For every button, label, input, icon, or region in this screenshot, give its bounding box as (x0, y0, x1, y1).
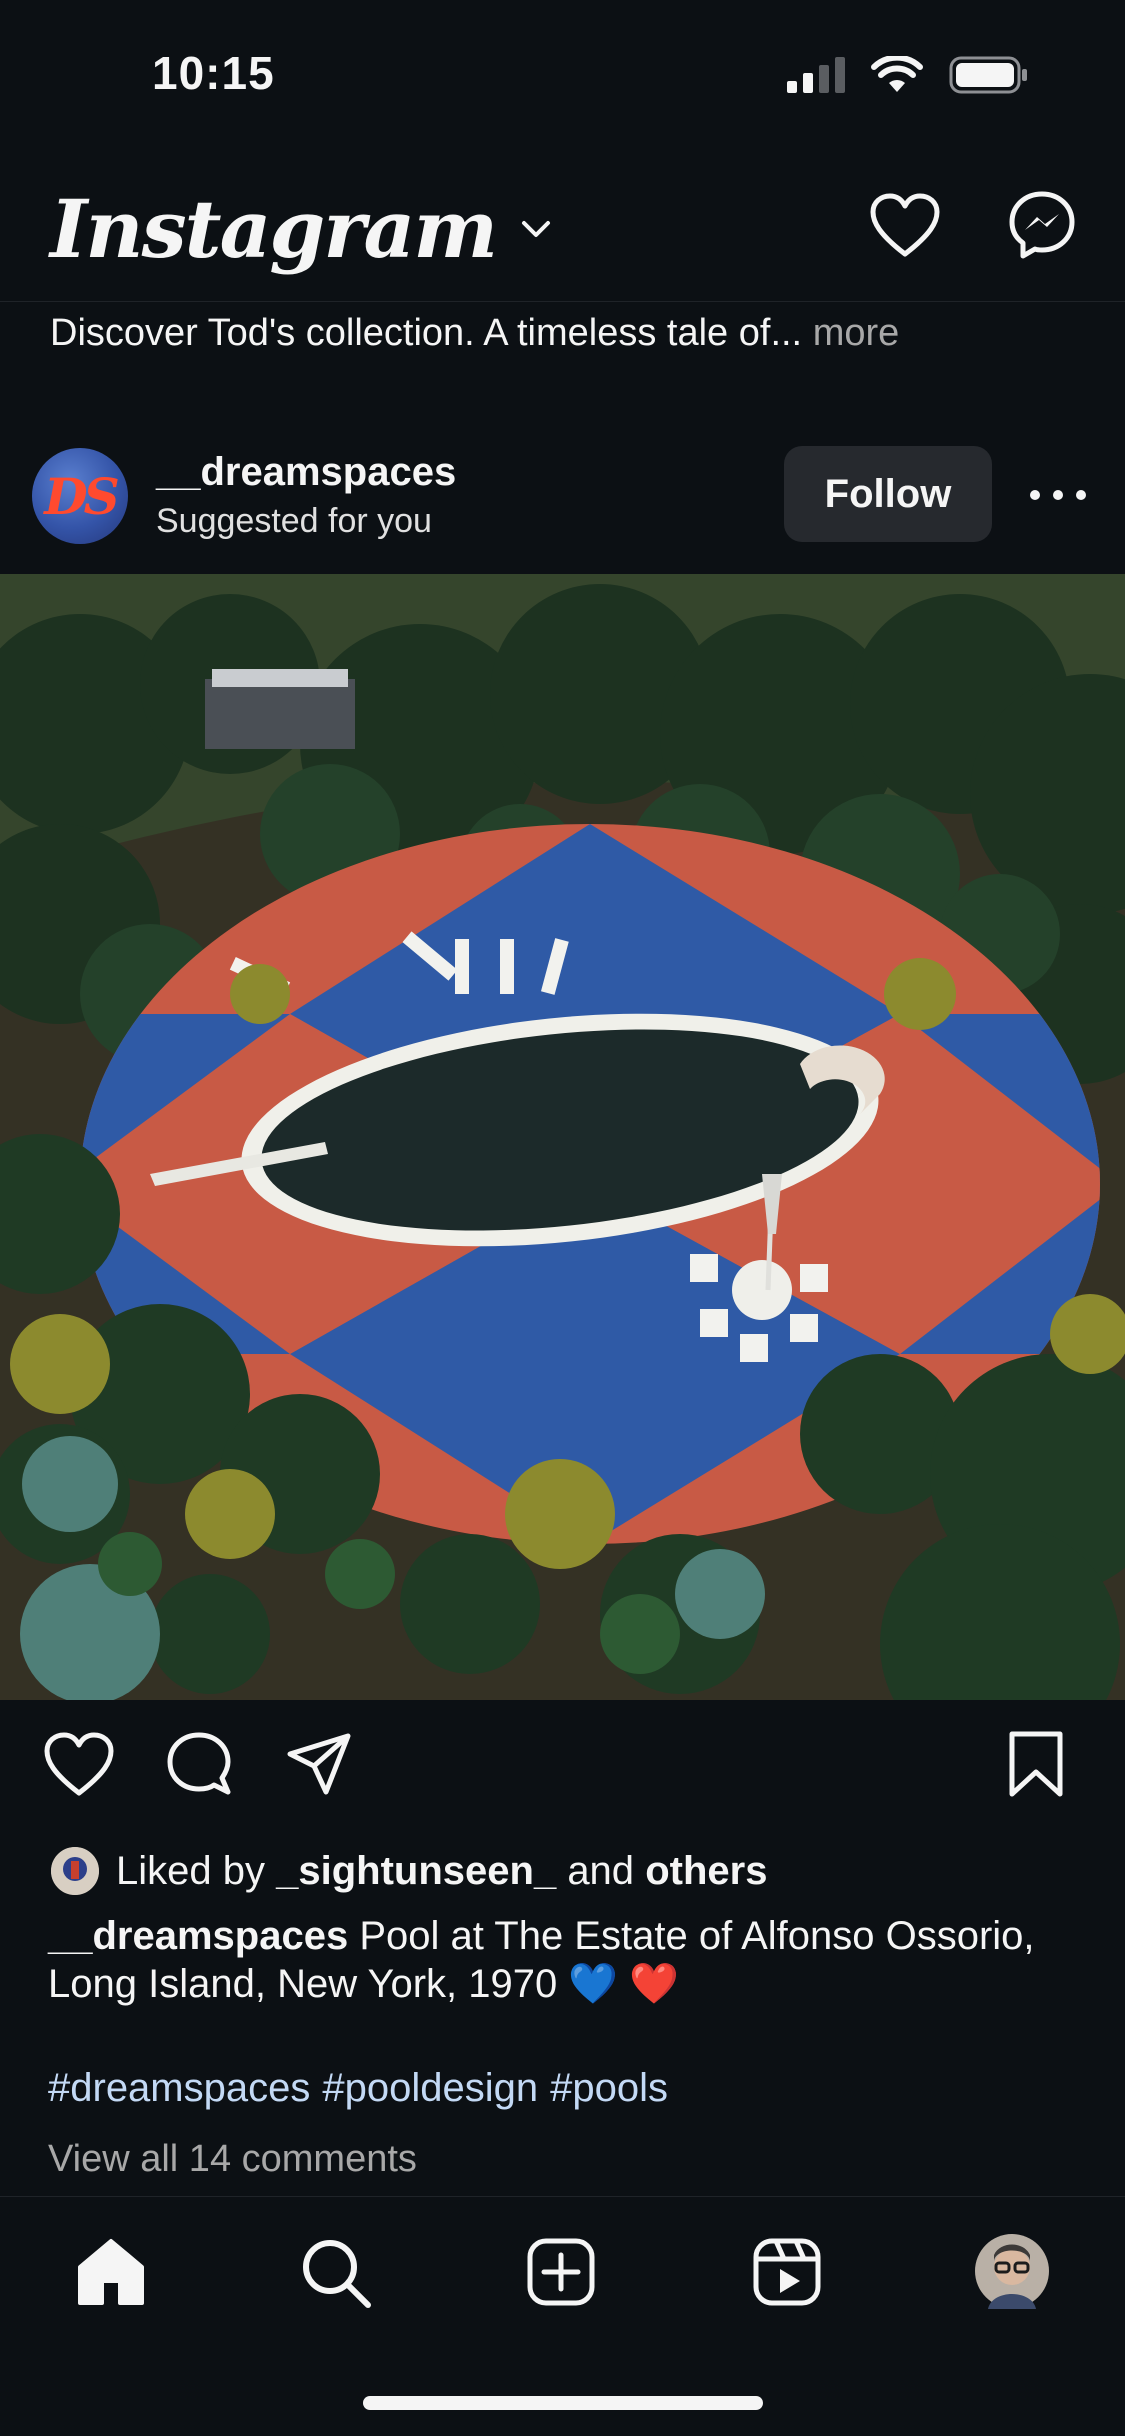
new-post-icon[interactable] (526, 2237, 596, 2307)
instagram-logo: Instagram (50, 182, 498, 276)
hashtag-link[interactable]: #pooldesign (322, 2066, 538, 2111)
feed-switcher[interactable]: Instagram (50, 182, 554, 276)
post-header: DS __dreamspaces Suggested for you Follo… (0, 430, 1125, 570)
heart-icon[interactable] (869, 192, 941, 258)
ad-more-link[interactable]: more (813, 312, 900, 354)
status-icons (787, 56, 1029, 94)
messenger-icon[interactable] (1007, 190, 1077, 260)
cellular-signal-icon (787, 57, 845, 93)
dot (1030, 490, 1040, 500)
liker-avatar (48, 1844, 102, 1898)
comment-icon[interactable] (164, 1730, 234, 1800)
ad-banner[interactable]: Discover Tod's collection. A timeless ta… (50, 312, 899, 355)
likes-others[interactable]: others (645, 1849, 767, 1893)
view-comments-link[interactable]: View all 14 comments (48, 2138, 417, 2181)
more-options-icon[interactable] (1030, 470, 1086, 520)
likes-prefix: Liked by (116, 1848, 265, 1893)
heart-icon[interactable] (42, 1730, 116, 1798)
liker-avatar-image (51, 1847, 99, 1895)
status-bar: 10:15 (0, 0, 1125, 150)
dot (1076, 490, 1086, 500)
post-subtitle: Suggested for you (156, 502, 432, 540)
profile-avatar[interactable] (974, 2233, 1050, 2309)
post-caption: __dreamspaces Pool at The Estate of Alfo… (48, 1912, 1078, 2008)
post-username[interactable]: __dreamspaces (156, 450, 456, 495)
instagram-feed-screen: 10:15 Instagram Discover Tod's collectio… (0, 0, 1125, 2436)
pool-illustration (0, 574, 1125, 1700)
app-header: Instagram (0, 160, 1125, 302)
chevron-down-icon (521, 221, 550, 237)
status-time: 10:15 (152, 47, 275, 99)
home-indicator[interactable] (363, 2396, 763, 2410)
header-actions (869, 190, 1077, 260)
likes-summary[interactable]: Liked by _sightunseen_ and others (48, 1844, 767, 1898)
follow-button[interactable]: Follow (784, 446, 992, 542)
dot (1053, 490, 1063, 500)
caption-username[interactable]: __dreamspaces (48, 1914, 348, 1958)
bookmark-icon[interactable] (1006, 1730, 1066, 1800)
hashtags: #dreamspaces #pooldesign #pools (48, 2066, 668, 2111)
battery-icon (949, 56, 1027, 94)
post-actions (0, 1730, 1125, 1820)
hashtag-link[interactable]: #dreamspaces (48, 2066, 310, 2111)
ad-banner-text: Discover Tod's collection. A timeless ta… (50, 312, 803, 354)
post-image[interactable] (0, 574, 1125, 1700)
reels-icon[interactable] (752, 2237, 822, 2307)
liker-username[interactable]: _sightunseen_ (276, 1849, 556, 1893)
home-icon[interactable] (76, 2237, 146, 2307)
wifi-icon (871, 56, 923, 92)
likes-joiner: and (567, 1848, 635, 1893)
share-icon[interactable] (284, 1730, 354, 1800)
hashtag-link[interactable]: #pools (550, 2066, 668, 2111)
post-avatar[interactable]: DS (32, 448, 128, 544)
search-icon[interactable] (300, 2237, 372, 2309)
